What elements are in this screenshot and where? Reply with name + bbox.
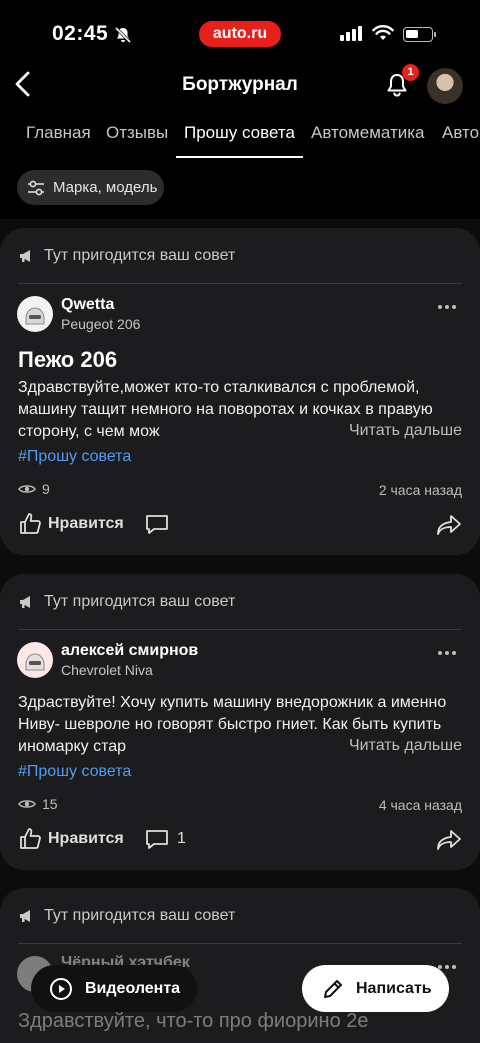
section-label: Тут пригодится ваш совет — [44, 593, 236, 610]
views-value: 9 — [42, 481, 50, 497]
write-post-button[interactable]: Написать — [302, 965, 449, 1012]
like-button[interactable]: Нравится — [18, 512, 124, 536]
share-icon[interactable] — [436, 514, 462, 536]
comments-count: 1 — [177, 830, 186, 847]
hashtag-link[interactable]: #Прошу совета — [18, 448, 131, 466]
video-feed-label: Видеолента — [85, 979, 181, 997]
status-time: 02:45 — [52, 22, 109, 45]
views-count: 15 — [18, 796, 58, 812]
megaphone-icon — [20, 910, 30, 922]
tab-reviews[interactable]: Отзывы — [106, 118, 168, 158]
wifi-icon — [372, 25, 394, 40]
megaphone-icon — [20, 250, 30, 262]
comment-button[interactable]: 1 — [145, 828, 186, 850]
filter-brand-model-button[interactable]: Марка, модель — [17, 170, 164, 205]
comment-icon — [146, 830, 168, 849]
comment-button[interactable] — [145, 513, 177, 535]
video-feed-button[interactable]: Видеолента — [31, 965, 197, 1012]
section-header: Тут пригодится ваш совет — [18, 907, 235, 925]
tab-bar: Главная Отзывы Прошу совета Автомематика… — [0, 118, 480, 158]
tab-advice[interactable]: Прошу совета — [176, 118, 303, 158]
helmet-avatar-icon — [25, 653, 45, 671]
like-button[interactable]: Нравится — [18, 827, 124, 851]
status-bar: 02:45 auto.ru — [0, 0, 480, 70]
post-time: 2 часа назад — [378, 482, 462, 498]
eye-icon — [18, 485, 36, 493]
battery-tip — [434, 32, 436, 37]
divider — [18, 943, 462, 944]
author-avatar[interactable] — [17, 642, 53, 678]
helmet-avatar-icon — [25, 307, 45, 325]
post-time: 4 часа назад — [378, 797, 462, 813]
play-circle-icon — [50, 977, 72, 1000]
author-car: Peugeot 206 — [61, 316, 141, 332]
tab-auto-math[interactable]: Автомематика — [311, 118, 425, 158]
author-name[interactable]: алексей смирнов — [61, 642, 198, 660]
read-more-link[interactable]: Читать дальше — [342, 737, 462, 755]
author-avatar[interactable] — [17, 296, 53, 332]
author-car: Chevrolet Niva — [61, 662, 153, 678]
section-label: Тут пригодится ваш совет — [44, 247, 236, 264]
views-count: 9 — [18, 481, 50, 497]
divider — [18, 283, 462, 284]
bell-muted-icon — [114, 26, 132, 44]
brand-logo: auto.ru — [199, 21, 281, 47]
more-options-icon[interactable] — [438, 965, 460, 971]
hashtag-link[interactable]: #Прошу совета — [18, 763, 131, 781]
write-post-label: Написать — [356, 979, 432, 997]
section-label: Тут пригодится ваш совет — [44, 907, 236, 924]
battery-icon — [403, 27, 433, 42]
post-body[interactable]: Здравствуйте, что-то про фиорино 2е — [18, 1010, 462, 1032]
author-name[interactable]: Qwetta — [61, 296, 114, 314]
more-options-icon[interactable] — [438, 651, 460, 657]
eye-icon — [18, 800, 36, 808]
comment-icon — [146, 515, 168, 534]
user-avatar[interactable] — [427, 68, 463, 104]
views-value: 15 — [42, 796, 58, 812]
megaphone-icon — [20, 596, 30, 608]
post-title[interactable]: Пежо 206 — [18, 347, 117, 373]
read-more-link[interactable]: Читать дальше — [342, 422, 462, 440]
like-label: Нравится — [48, 515, 124, 532]
more-options-icon[interactable] — [438, 305, 460, 311]
notification-badge: 1 — [402, 64, 419, 81]
share-icon[interactable] — [436, 829, 462, 851]
thumbs-up-icon — [20, 828, 41, 849]
post-card[interactable]: Тут пригодится ваш совет алексей смирнов… — [0, 574, 480, 870]
section-header: Тут пригодится ваш совет — [18, 593, 235, 611]
section-header: Тут пригодится ваш совет — [18, 247, 235, 265]
pencil-icon — [324, 979, 342, 998]
filter-label: Марка, модель — [53, 179, 158, 196]
post-card[interactable]: Тут пригодится ваш совет Qwetta Peugeot … — [0, 228, 480, 555]
tab-main[interactable]: Главная — [26, 118, 91, 158]
signal-icon — [340, 26, 362, 41]
like-label: Нравится — [48, 830, 124, 847]
thumbs-up-icon — [20, 513, 41, 534]
divider — [18, 629, 462, 630]
filter-sliders-icon — [28, 180, 44, 195]
tab-auto[interactable]: Авто — [442, 118, 479, 158]
